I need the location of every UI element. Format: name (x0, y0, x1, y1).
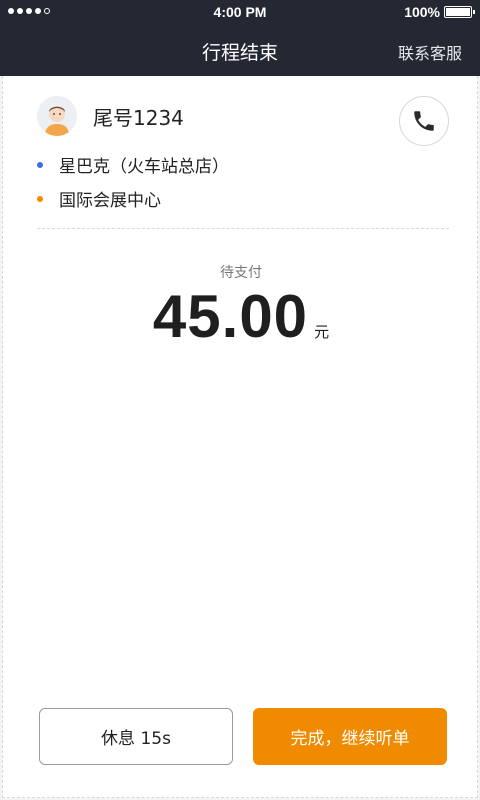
battery-percent: 100% (404, 4, 440, 20)
start-dot (37, 161, 43, 168)
status-bar: 4:00 PM 100% (0, 0, 480, 24)
payment-status: 待支付 (220, 265, 262, 281)
fare-amount-row: 45.00 元 (3, 282, 479, 351)
dashed-divider (37, 228, 449, 229)
fare-amount: 45.00 (152, 283, 309, 350)
phone-icon (414, 111, 434, 131)
route-end: 国际会展中心 (37, 186, 161, 211)
end-dot (37, 195, 43, 202)
start-address: 星巴克（火车站总店） (59, 157, 229, 177)
battery-indicator: 100% (404, 4, 475, 20)
battery-icon (444, 6, 475, 18)
rest-button[interactable]: 休息 15s (39, 708, 233, 765)
passenger-tail-number: 尾号1234 (93, 106, 184, 130)
contact-support-button[interactable]: 联系客服 (398, 40, 462, 64)
nav-bar: 行程结束 联系客服 (0, 24, 480, 76)
fare-unit: 元 (314, 323, 330, 341)
route-start: 星巴克（火车站总店） (37, 152, 229, 177)
avatar-icon (37, 96, 77, 136)
call-passenger-button[interactable] (399, 96, 449, 146)
end-address: 国际会展中心 (59, 191, 161, 211)
finish-continue-button[interactable]: 完成，继续听单 (253, 708, 447, 765)
trip-summary-card: 尾号1234 星巴克（火车站总店） 国际会展中心 待支付 45.00 元 休息 1… (2, 76, 478, 798)
